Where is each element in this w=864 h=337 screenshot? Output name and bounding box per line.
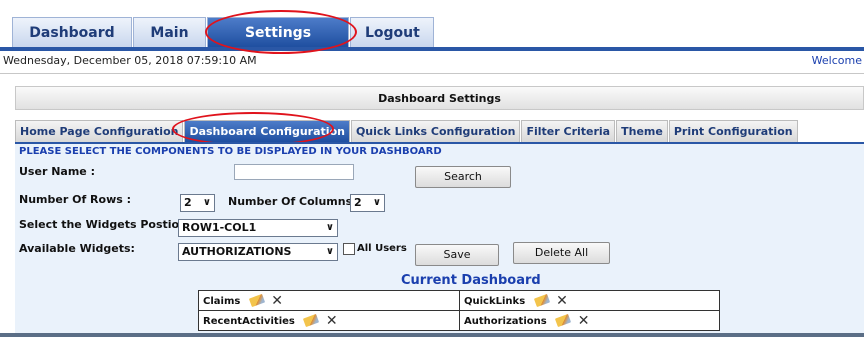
tab-dashboard[interactable]: Dashboard <box>12 17 132 47</box>
settings-title-bar: Dashboard Settings <box>15 86 864 110</box>
pencil-icon[interactable] <box>555 313 572 328</box>
widget-cell: Claims ✕ <box>198 290 460 311</box>
nav-underline <box>0 47 864 51</box>
widget-position-select[interactable]: ROW1-COL1 ∨ <box>178 219 338 237</box>
widget-cell: RecentActivities ✕ <box>198 310 460 331</box>
all-users-checkbox[interactable] <box>343 243 355 255</box>
available-widgets-label: Available Widgets: <box>19 242 135 255</box>
instruction-text: PLEASE SELECT THE COMPONENTS TO BE DISPL… <box>19 146 442 157</box>
rows-select-value: 2 <box>184 196 192 209</box>
available-widgets-select[interactable]: AUTHORIZATIONS ∨ <box>178 243 338 261</box>
chevron-down-icon: ∨ <box>372 197 381 208</box>
widget-position-value: ROW1-COL1 <box>182 221 257 234</box>
table-row: Claims ✕ QuickLinks ✕ <box>198 290 720 311</box>
columns-select[interactable]: 2 ∨ <box>350 194 385 212</box>
chevron-down-icon: ∨ <box>325 246 334 257</box>
pencil-icon[interactable] <box>533 293 550 308</box>
widget-name: QuickLinks <box>464 295 526 307</box>
highlight-circle-dashboard-configuration <box>172 112 334 146</box>
settings-subtabs: Home Page Configuration Dashboard Config… <box>15 120 799 142</box>
chevron-down-icon: ∨ <box>325 222 334 233</box>
app-window: Dashboard Main Settings Logout Wednesday… <box>0 0 864 337</box>
pencil-icon[interactable] <box>248 293 265 308</box>
widget-name: Authorizations <box>464 315 547 327</box>
widget-cell: Authorizations ✕ <box>459 310 720 331</box>
welcome-text: Welcome <box>811 54 862 67</box>
current-dashboard-title: Current Dashboard <box>401 273 541 288</box>
current-datetime: Wednesday, December 05, 2018 07:59:10 AM <box>3 54 257 67</box>
highlight-circle-settings <box>205 10 357 54</box>
tab-main[interactable]: Main <box>133 17 206 47</box>
username-input[interactable] <box>234 164 354 180</box>
widget-position-label: Select the Widgets Postion: <box>19 218 192 231</box>
subtab-filter-criteria[interactable]: Filter Criteria <box>521 120 616 142</box>
current-dashboard-grid: Claims ✕ QuickLinks ✕ RecentActivities ✕… <box>198 290 720 331</box>
bottom-border <box>0 333 864 337</box>
close-icon[interactable]: ✕ <box>578 313 590 329</box>
widget-name: Claims <box>203 295 241 307</box>
delete-all-button[interactable]: Delete All <box>513 242 610 264</box>
close-icon[interactable]: ✕ <box>271 293 283 309</box>
save-button[interactable]: Save <box>415 244 499 266</box>
tab-logout[interactable]: Logout <box>350 17 434 47</box>
all-users-label: All Users <box>357 243 407 254</box>
rows-label: Number Of Rows : <box>19 193 132 206</box>
pencil-icon[interactable] <box>303 313 320 328</box>
table-row: RecentActivities ✕ Authorizations ✕ <box>198 310 720 331</box>
columns-select-value: 2 <box>354 196 362 209</box>
subtab-home-page-configuration[interactable]: Home Page Configuration <box>15 120 184 142</box>
subtab-quick-links-configuration[interactable]: Quick Links Configuration <box>350 120 521 142</box>
username-label: User Name : <box>19 165 95 178</box>
widget-cell: QuickLinks ✕ <box>459 290 720 311</box>
subtab-theme[interactable]: Theme <box>616 120 668 142</box>
columns-label: Number Of Columns : <box>228 195 361 208</box>
available-widgets-value: AUTHORIZATIONS <box>182 245 292 258</box>
divider <box>0 73 864 74</box>
close-icon[interactable]: ✕ <box>326 313 338 329</box>
subtab-print-configuration[interactable]: Print Configuration <box>668 120 798 142</box>
rows-select[interactable]: 2 ∨ <box>180 194 215 212</box>
chevron-down-icon: ∨ <box>202 197 211 208</box>
search-button[interactable]: Search <box>415 166 511 188</box>
widget-name: RecentActivities <box>203 315 295 327</box>
close-icon[interactable]: ✕ <box>556 293 568 309</box>
